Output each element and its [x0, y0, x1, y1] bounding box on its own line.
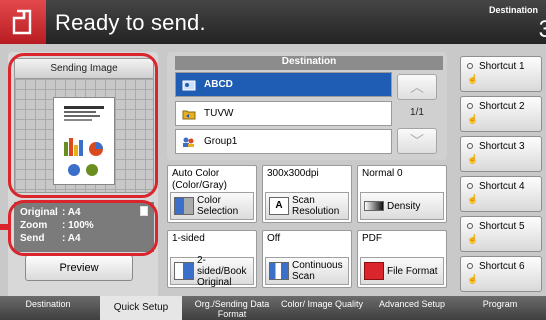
density-button[interactable]: Density [360, 192, 444, 220]
file-format-value: PDF [362, 233, 382, 244]
continuous-scan-function: Off Continuous Scan [262, 230, 352, 288]
file-format-function: PDF File Format [357, 230, 447, 288]
status-message: Ready to send. [55, 10, 206, 35]
shortcut-label: Shortcut 4 [479, 181, 525, 192]
scan-resolution-function: 300x300dpi A Scan Resolution [262, 165, 352, 223]
shortcut-hand-icon: ☝ [467, 114, 479, 124]
destination-row[interactable]: TUVW [175, 101, 392, 126]
shortcut-2-button[interactable]: Shortcut 2 ☝ [460, 96, 542, 132]
chevron-up-icon: ︿ [410, 79, 424, 95]
duplex-function: 1-sided 2-sided/Book Original [167, 230, 257, 288]
original-info-box: Original : A4 Zoom : 100% Send : A4 [14, 202, 154, 252]
info-value: : A4 [62, 233, 81, 244]
destination-name: ABCD [204, 79, 233, 90]
header-bar: Ready to send. Destination 3 [0, 0, 546, 44]
duplex-label: 2-sided/Book Original [197, 254, 247, 288]
tab-quick-setup[interactable]: Quick Setup [100, 296, 182, 320]
sending-image-title: Sending Image [15, 59, 153, 79]
shortcut-5-button[interactable]: Shortcut 5 ☝ [460, 216, 542, 252]
info-send: Send : A4 [20, 232, 148, 245]
scroll-down-button[interactable]: ﹀ [397, 128, 437, 154]
shortcut-hand-icon: ☝ [467, 74, 479, 84]
info-key: Original [20, 207, 58, 218]
file-format-button[interactable]: File Format [360, 257, 444, 285]
shortcut-hand-icon: ☝ [467, 154, 479, 164]
destination-name: Group1 [204, 136, 238, 147]
density-value: Normal 0 [362, 168, 403, 179]
continuous-scan-label: Continuous Scan [292, 260, 343, 282]
density-icon [364, 201, 384, 211]
density-function: Normal 0 Density [357, 165, 447, 223]
shortcut-label: Shortcut 2 [479, 101, 525, 112]
color-selection-label: Color Selection [197, 195, 239, 217]
info-zoom: Zoom : 100% [20, 219, 148, 232]
page-indicator: 1/1 [410, 107, 424, 118]
tab-color-image-quality[interactable]: Color/ Image Quality [280, 298, 364, 320]
info-original: Original : A4 [20, 206, 148, 219]
shortcut-label: Shortcut 5 [479, 221, 525, 232]
orientation-icon [140, 206, 148, 216]
shortcut-hand-icon: ☝ [467, 194, 479, 204]
shortcut-indicator-icon [467, 223, 473, 230]
shortcut-1-button[interactable]: Shortcut 1 ☝ [460, 56, 542, 92]
shortcut-label: Shortcut 3 [479, 141, 525, 152]
continuous-scan-icon [269, 262, 289, 280]
shortcut-indicator-icon [467, 143, 473, 150]
destination-name: TUVW [204, 108, 234, 119]
preview-button[interactable]: Preview [25, 255, 133, 281]
destination-count-label: Destination [488, 5, 538, 15]
scan-resolution-label: Scan Resolution [292, 195, 340, 217]
shortcut-hand-icon: ☝ [467, 274, 479, 284]
tab-sending-data-format[interactable]: Org./Sending Data Format [190, 298, 274, 320]
density-label: Density [387, 200, 421, 212]
scroll-up-button[interactable]: ︿ [397, 74, 437, 100]
folder-icon [182, 110, 196, 119]
address-book-icon [182, 80, 196, 90]
continuous-scan-button[interactable]: Continuous Scan [265, 257, 349, 285]
shortcut-6-button[interactable]: Shortcut 6 ☝ [460, 256, 542, 292]
duplex-button[interactable]: 2-sided/Book Original [170, 254, 254, 288]
shortcut-4-button[interactable]: Shortcut 4 ☝ [460, 176, 542, 212]
scan-resolution-value: 300x300dpi [267, 168, 319, 179]
tab-advanced-setup[interactable]: Advanced Setup [370, 298, 454, 320]
home-button[interactable] [0, 0, 46, 44]
color-selection-value: Auto Color (Color/Gray) [172, 168, 228, 191]
shortcut-hand-icon: ☝ [467, 234, 479, 244]
scan-resolution-button[interactable]: A Scan Resolution [265, 192, 349, 220]
destination-count: 3 [538, 16, 546, 43]
color-selection-icon [174, 197, 194, 215]
two-sided-icon [174, 262, 194, 280]
highlight-marker [0, 224, 8, 230]
resolution-icon: A [269, 197, 289, 215]
info-value: : 100% [62, 220, 94, 231]
shortcut-label: Shortcut 6 [479, 261, 525, 272]
info-key: Send [20, 233, 45, 244]
file-format-icon [364, 262, 384, 280]
destination-row[interactable]: Group1 [175, 129, 392, 154]
info-value: : A4 [62, 207, 81, 218]
group-icon [183, 137, 194, 147]
shortcut-indicator-icon [467, 183, 473, 190]
shortcut-label: Shortcut 1 [479, 61, 525, 72]
color-selection-function: Auto Color (Color/Gray) Color Selection [167, 165, 257, 223]
file-format-label: File Format [387, 265, 438, 277]
tab-program[interactable]: Program [460, 298, 540, 320]
destination-header: Destination [175, 56, 443, 70]
color-selection-button[interactable]: Color Selection [170, 192, 254, 220]
chevron-down-icon: ﹀ [410, 133, 424, 149]
home-icon [12, 9, 32, 35]
shortcut-3-button[interactable]: Shortcut 3 ☝ [460, 136, 542, 172]
duplex-value: 1-sided [172, 233, 205, 244]
tab-destination[interactable]: Destination [8, 298, 88, 320]
shortcut-indicator-icon [467, 63, 473, 70]
destination-row[interactable]: ABCD [175, 72, 392, 97]
sending-image-panel[interactable]: Sending Image [14, 58, 154, 193]
document-preview-icon [64, 106, 104, 176]
info-key: Zoom [20, 220, 48, 231]
continuous-scan-value: Off [267, 233, 281, 244]
shortcut-indicator-icon [467, 103, 473, 110]
shortcut-indicator-icon [467, 263, 473, 270]
document-thumbnail [53, 97, 115, 185]
